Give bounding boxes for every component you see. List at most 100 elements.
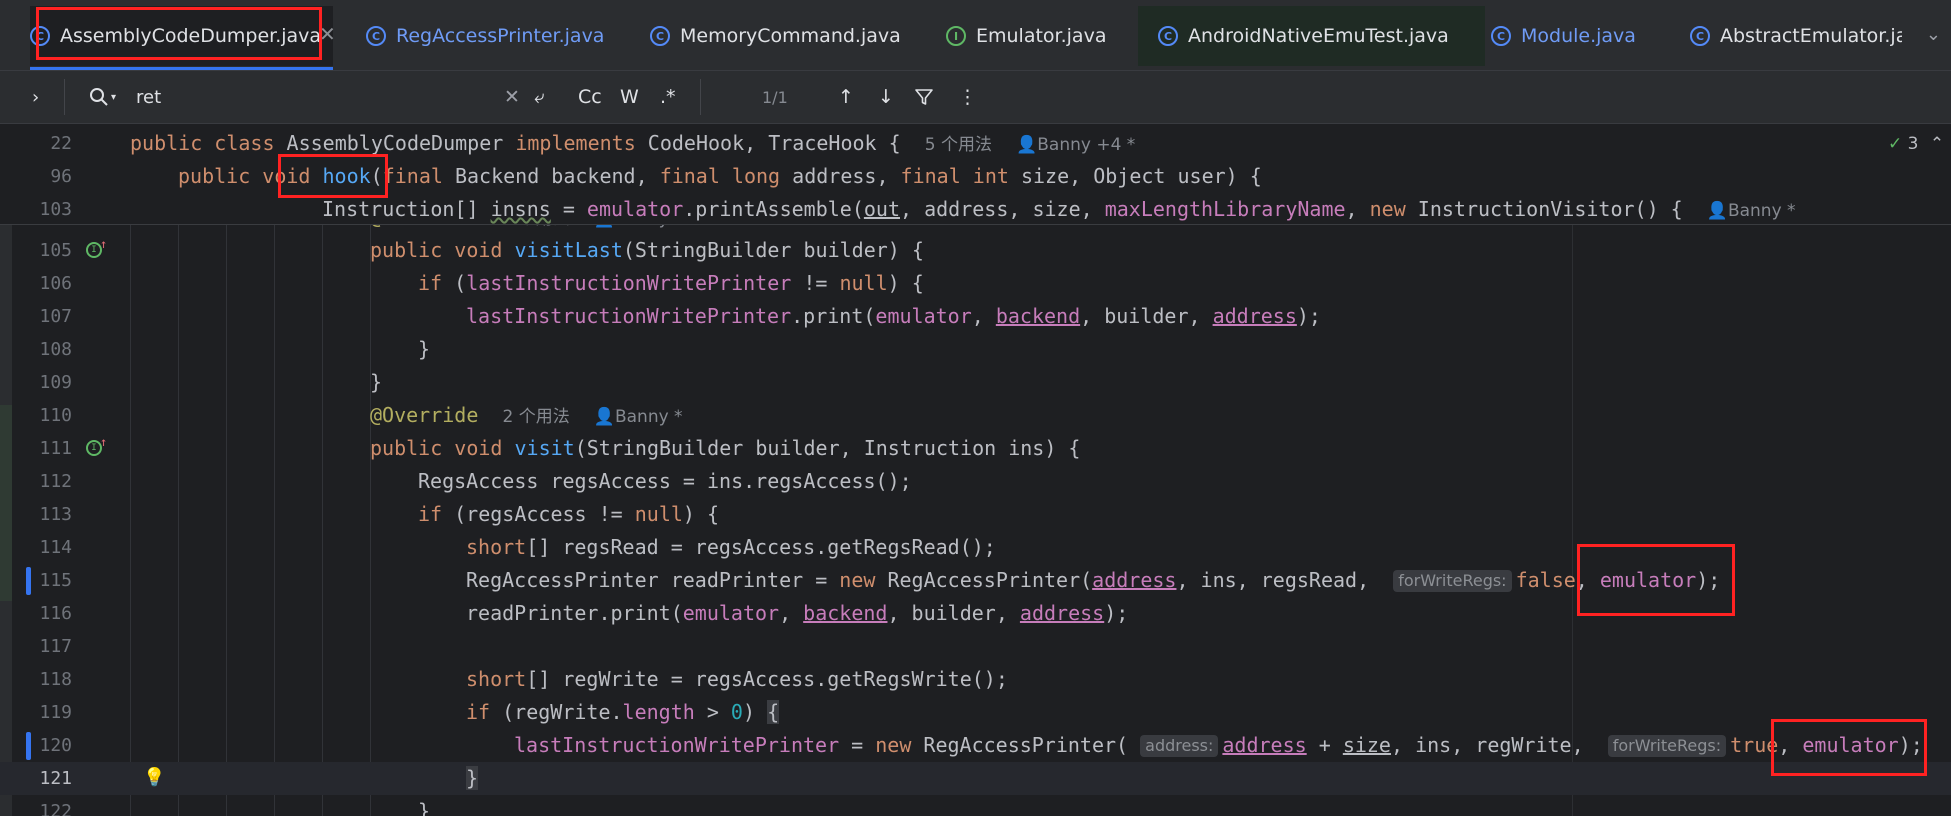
find-bar: › ▾ ret ✕ ⤶ Cc W .* 1/1 ↑ ↓ ⋮ [0,71,1951,124]
line-number: 113 [39,504,72,525]
line-number: 117 [39,636,72,657]
expand-replace-icon[interactable]: › [32,71,39,123]
tab-androidnativeemutest[interactable]: C AndroidNativeEmuTest.java [1138,6,1485,66]
code-editor[interactable]: 104 @Override 2 个用法 👤Banny 105 I↑ public… [0,217,1951,816]
tab-label: RegAccessPrinter.java [396,25,605,47]
highlight-box-emulator-2 [1771,719,1927,776]
code-text: } [418,337,431,361]
tab-label: AndroidNativeEmuTest.java [1188,25,1449,47]
line-number: 107 [39,306,72,327]
line-number: 111 [39,438,72,459]
class-icon: C [1690,26,1710,46]
inspections-count: 3 [1907,134,1919,154]
arrow-up-icon[interactable]: ↑ [838,71,854,123]
param-hint: address: [1140,735,1219,757]
search-input[interactable]: ret [136,71,161,123]
param-hint: forWriteRegs: [1393,570,1512,592]
code-line: 112 RegsAccess regsAccess = ins.regsAcce… [0,465,1951,498]
code-line: 117 [0,630,1951,663]
class-icon: C [366,26,386,46]
highlight-box-emulator-1 [1577,544,1735,616]
code-text: lastInstructionWritePrinter = new RegAcc… [514,733,1923,757]
inspections-widget[interactable]: ✓ 3 ⌃ [1888,134,1944,154]
vcs-change-marker[interactable] [26,567,31,595]
line-number: 119 [39,702,72,723]
line-number: 109 [39,372,72,393]
code-line: 105 I ↑ public void visitLast(StringBuild… [0,234,1951,267]
new-line-icon[interactable]: ⤶ [534,71,545,123]
code-line: 118 short[] regWrite = regsAccess.getReg… [0,663,1951,696]
usages-hint[interactable]: 5 个用法 [925,135,992,155]
code-text: lastInstructionWritePrinter.print(emulat… [466,304,1321,328]
code-line: 119 if (regWrite.length > 0) { [0,696,1951,729]
chevron-down-icon[interactable]: ⌄ [1926,24,1941,45]
code-text: readPrinter.print(emulator, backend, bui… [466,601,1129,625]
highlight-box-tab [36,7,322,60]
code-line: 108 } [0,333,1951,366]
check-icon: ✓ [1888,134,1903,154]
code-text: if (regsAccess != null) { [418,502,720,526]
more-options-icon[interactable]: ⋮ [958,71,977,123]
line-number: 115 [39,570,72,591]
tab-regaccessprinter[interactable]: C RegAccessPrinter.java [366,6,604,66]
author-icon: 👤 [593,407,615,427]
tab-memorycommand[interactable]: C MemoryCommand.java [650,6,901,66]
tab-label: Module.java [1521,25,1636,47]
tab-label: Emulator.java [976,25,1107,47]
line-number: 106 [39,273,72,294]
line-number: 120 [39,735,72,756]
search-icon[interactable]: ▾ [88,71,116,123]
arrow-down-icon[interactable]: ↓ [878,71,894,123]
vcs-change-marker[interactable] [26,732,31,760]
code-text: } [370,370,383,394]
param-hint: forWriteRegs: [1607,735,1727,757]
code-line: 109 } [0,366,1951,399]
interface-icon: I [946,26,966,46]
code-line: 110 @Override 2 个用法 👤Banny * [0,399,1951,432]
regex-button[interactable]: .* [660,71,676,123]
chevron-up-icon: ⌃ [1929,134,1945,154]
code-text: RegsAccess regsAccess = ins.regsAccess()… [418,469,912,493]
lightbulb-icon[interactable]: 💡 [143,767,165,788]
line-number: 110 [39,405,72,426]
author-hint[interactable]: Banny * [615,407,683,427]
code-line: 106 if (lastInstructionWritePrinter != n… [0,267,1951,300]
class-icon: C [1491,26,1511,46]
code-text: } [418,799,431,816]
line-number: 96 [50,166,72,187]
line-number: 108 [39,339,72,360]
code-line: 111 I ↑ public void visit(StringBuilder b… [0,432,1951,465]
code-text: RegAccessPrinter readPrinter = new RegAc… [466,568,1721,592]
line-number: 116 [39,603,72,624]
match-count: 1/1 [762,87,788,107]
code-text: Instruction[] insns = emulator.printAsse… [322,197,1796,221]
whole-words-button[interactable]: W [620,71,639,123]
line-number: 122 [39,801,72,816]
tab-module[interactable]: C Module.java [1491,6,1636,66]
code-text: short[] regsRead = regsAccess.getRegsRea… [466,535,996,559]
tab-label: AbstractEmulator.jav [1720,25,1902,47]
usages-hint[interactable]: 2 个用法 [502,407,569,427]
author-hint[interactable]: Banny * [1728,201,1796,221]
code-text: if (regWrite.length > 0) { [466,700,780,724]
line-number: 112 [39,471,72,492]
highlight-box-hook [278,154,388,198]
tab-abstractemulator[interactable]: C AbstractEmulator.jav [1690,6,1902,66]
author-icon: 👤 [1016,135,1038,155]
clear-search-icon[interactable]: ✕ [504,71,520,123]
class-icon: C [650,26,670,46]
line-number: 121 [39,768,72,789]
code-line: 120 lastInstructionWritePrinter = new Re… [0,729,1951,762]
code-text: } [466,766,479,790]
code-text: public void visit(StringBuilder builder,… [370,436,1081,460]
author-hint[interactable]: Banny +4 * [1037,135,1135,155]
code-line: 113 if (regsAccess != null) { [0,498,1951,531]
filter-icon[interactable] [914,71,934,123]
code-line: 107 lastInstructionWritePrinter.print(em… [0,300,1951,333]
line-number: 114 [39,537,72,558]
test-class-icon: C [1158,26,1178,46]
author-icon: 👤 [1706,201,1728,221]
tab-emulator[interactable]: I Emulator.java [946,6,1106,66]
match-case-button[interactable]: Cc [578,71,602,123]
line-number: 103 [39,199,72,220]
